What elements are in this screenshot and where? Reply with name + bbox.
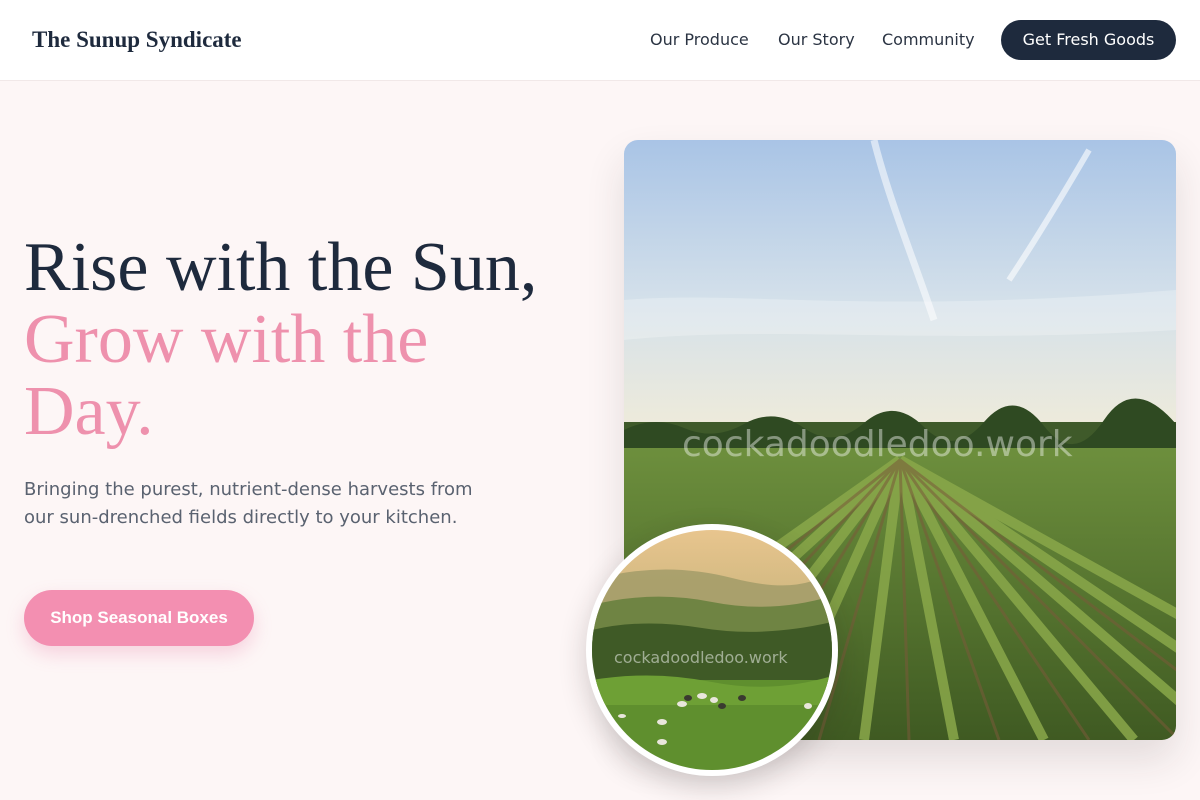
get-fresh-goods-button[interactable]: Get Fresh Goods xyxy=(1001,20,1176,60)
brand-logo-text[interactable]: The Sunup Syndicate xyxy=(32,24,242,56)
main-photo-watermark: cockadoodledoo.work xyxy=(682,424,1073,465)
nav-link-our-story[interactable]: Our Story xyxy=(778,28,855,52)
pasture-inset-photo: cockadoodledoo.work xyxy=(586,524,838,776)
nav-link-community[interactable]: Community xyxy=(882,28,975,52)
hero-title-line-2: Grow with the Day. xyxy=(24,301,429,450)
hero-title: Rise with the Sun, Grow with the Day. xyxy=(24,232,584,448)
hero-subtitle: Bringing the purest, nutrient-dense harv… xyxy=(24,479,473,528)
top-navigation-bar: The Sunup Syndicate Our Produce Our Stor… xyxy=(0,0,1200,81)
shop-seasonal-boxes-button[interactable]: Shop Seasonal Boxes xyxy=(24,590,254,646)
inset-photo-watermark: cockadoodledoo.work xyxy=(614,648,788,667)
hero-title-line-1: Rise with the Sun, xyxy=(24,229,538,306)
nav-link-our-produce[interactable]: Our Produce xyxy=(650,28,749,52)
